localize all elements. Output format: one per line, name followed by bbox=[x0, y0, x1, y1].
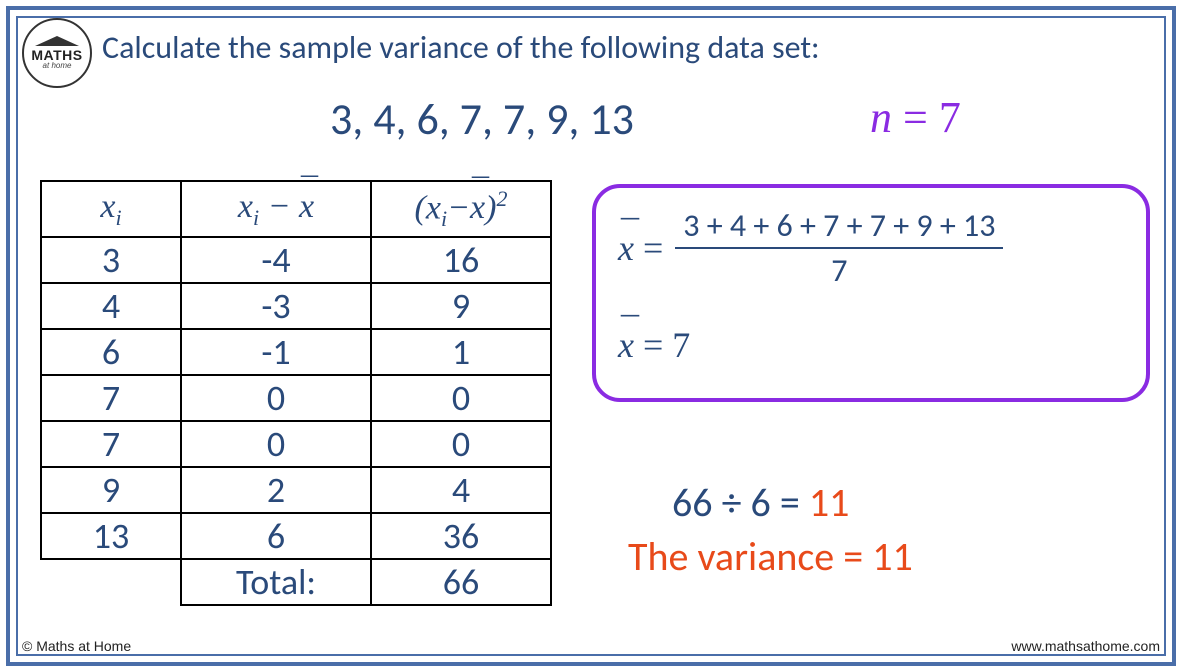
table-row: 4-39 bbox=[41, 283, 551, 329]
calculation-table: xi xi − x¯ (xi−x¯)2 3-416 4-39 6-11 700 … bbox=[40, 180, 552, 606]
variance-statement: The variance = 11 bbox=[628, 532, 913, 581]
footer-copyright: © Maths at Home bbox=[22, 638, 131, 654]
mean-fraction-line: x¯ = 3 + 4 + 6 + 7 + 7 + 9 + 13 7 bbox=[618, 206, 1124, 290]
table-row: 6-11 bbox=[41, 329, 551, 375]
header-xi: xi bbox=[41, 181, 181, 237]
logo-badge: MATHS at home bbox=[22, 18, 92, 88]
page-title: Calculate the sample variance of the fol… bbox=[102, 28, 820, 67]
xbar-equals: x¯ = bbox=[618, 227, 663, 269]
table-row: 3-416 bbox=[41, 237, 551, 283]
total-label: Total: bbox=[181, 559, 371, 605]
table-row: 924 bbox=[41, 467, 551, 513]
mean-denominator: 7 bbox=[831, 249, 847, 290]
logo-sub-text: at home bbox=[43, 62, 72, 70]
roof-icon bbox=[35, 36, 79, 46]
logo-main-text: MATHS bbox=[31, 48, 82, 62]
table-row: 700 bbox=[41, 375, 551, 421]
mean-calculation-box: x¯ = 3 + 4 + 6 + 7 + 7 + 9 + 13 7 x¯ = 7 bbox=[592, 184, 1150, 402]
mean-numerator: 3 + 4 + 6 + 7 + 7 + 9 + 13 bbox=[675, 206, 1003, 249]
footer-url: www.mathsathome.com bbox=[1011, 638, 1160, 654]
data-set-values: 3, 4, 6, 7, 7, 9, 13 bbox=[330, 92, 634, 146]
table-row: 13636 bbox=[41, 513, 551, 559]
total-value: 66 bbox=[371, 559, 551, 605]
header-squared-deviation: (xi−x¯)2 bbox=[371, 181, 551, 237]
mean-fraction: 3 + 4 + 6 + 7 + 7 + 9 + 13 7 bbox=[675, 206, 1003, 290]
table-total-row: Total:66 bbox=[41, 559, 551, 605]
header-deviation: xi − x¯ bbox=[181, 181, 371, 237]
mean-result: x¯ = 7 bbox=[618, 324, 1124, 366]
variance-division: 66 ÷ 6 = 11 bbox=[672, 478, 849, 527]
table-header-row: xi xi − x¯ (xi−x¯)2 bbox=[41, 181, 551, 237]
table-row: 700 bbox=[41, 421, 551, 467]
sample-size-equation: n = 7 bbox=[870, 92, 961, 143]
